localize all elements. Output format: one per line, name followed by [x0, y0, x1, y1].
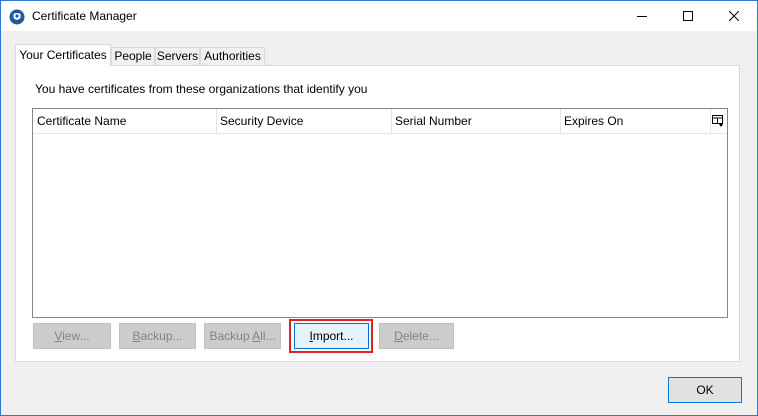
minimize-icon — [637, 16, 647, 17]
backup-all-button[interactable]: Backup All... — [204, 323, 281, 349]
tab-servers[interactable]: Servers — [155, 47, 200, 66]
certificate-manager-window: Certificate Manager Your Certificates Pe… — [0, 0, 758, 416]
tab-your-certificates[interactable]: Your Certificates — [15, 44, 111, 66]
ok-button[interactable]: OK — [668, 377, 742, 403]
minimize-button[interactable] — [619, 1, 665, 31]
delete-button-accesskey: D — [394, 329, 403, 343]
column-header-serial-number[interactable]: Serial Number — [391, 109, 560, 133]
backup-all-button-accesskey: A — [252, 329, 261, 343]
import-button-label-rest: mport... — [312, 329, 354, 343]
tab-authorities[interactable]: Authorities — [200, 47, 265, 66]
backup-button-label-rest: ackup... — [140, 329, 183, 343]
import-button[interactable]: Import... — [294, 323, 369, 349]
view-button-label-rest: iew... — [62, 329, 90, 343]
delete-button-label-rest: elete... — [402, 329, 439, 343]
list-header: Certificate Name Security Device Serial … — [33, 109, 727, 134]
backup-all-button-label: Backup — [209, 329, 253, 343]
window-title: Certificate Manager — [32, 9, 137, 23]
title-bar: Certificate Manager — [1, 1, 757, 31]
delete-button[interactable]: Delete... — [379, 323, 454, 349]
tab-panel-your-certificates: You have certificates from these organiz… — [15, 65, 740, 362]
maximize-button[interactable] — [665, 1, 711, 31]
close-button[interactable] — [711, 1, 757, 31]
certificate-manager-icon — [9, 9, 25, 25]
tab-people[interactable]: People — [111, 47, 155, 66]
maximize-icon — [683, 11, 693, 21]
backup-button[interactable]: Backup... — [119, 323, 196, 349]
view-button[interactable]: View... — [33, 323, 111, 349]
column-header-security-device[interactable]: Security Device — [216, 109, 391, 133]
close-icon — [729, 11, 739, 21]
column-picker-icon[interactable] — [711, 114, 725, 128]
column-header-expires-on[interactable]: Expires On — [560, 109, 710, 133]
column-header-certificate-name[interactable]: Certificate Name — [33, 109, 216, 133]
intro-text: You have certificates from these organiz… — [35, 82, 368, 96]
backup-all-button-label-rest: ll... — [260, 329, 276, 343]
certificate-list[interactable]: Certificate Name Security Device Serial … — [32, 108, 728, 318]
